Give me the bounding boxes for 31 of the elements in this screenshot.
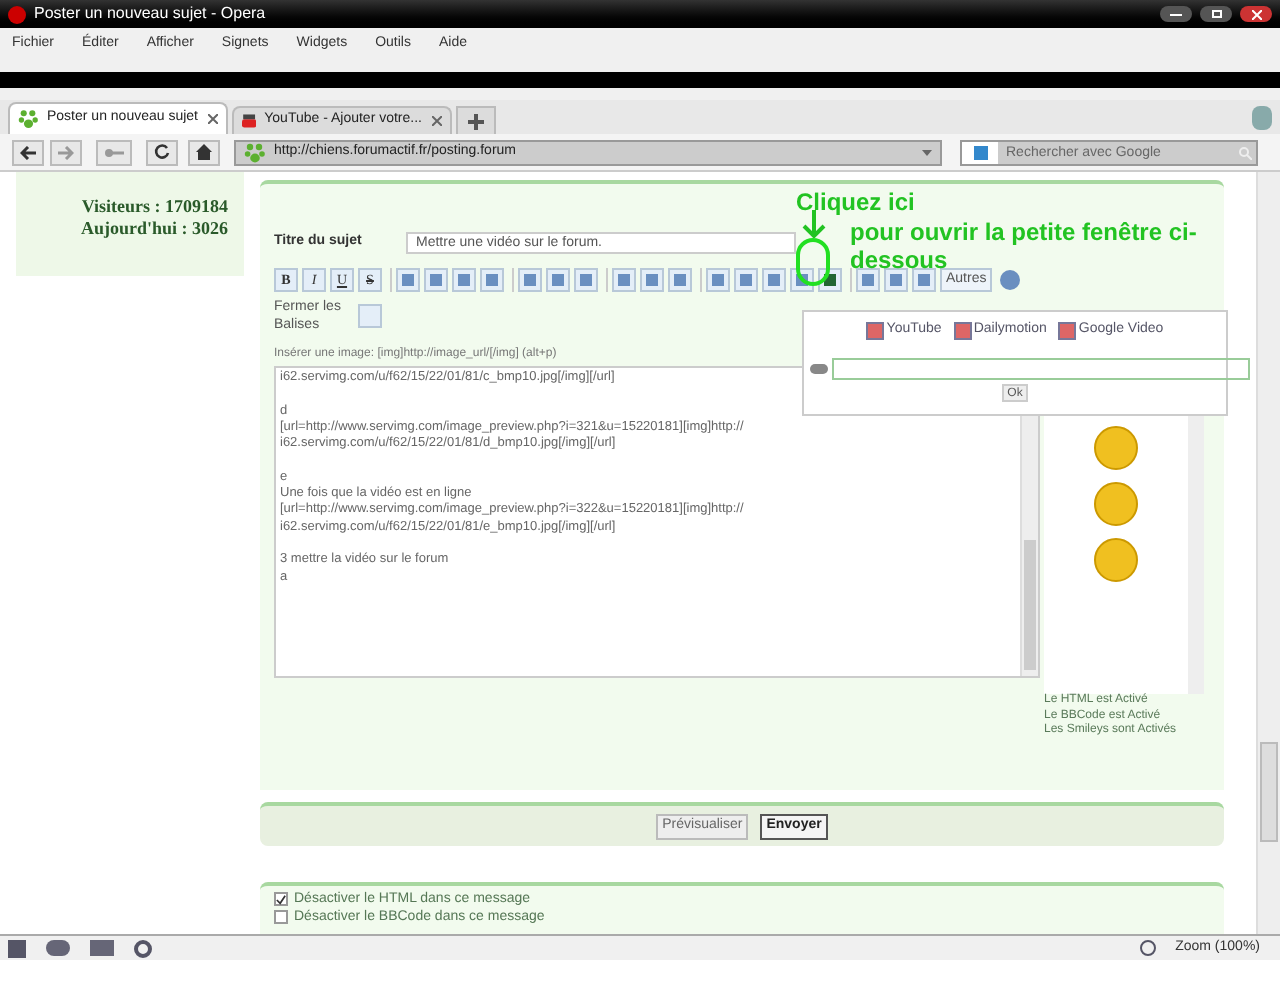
reload-button[interactable] (146, 139, 178, 165)
home-button[interactable] (188, 139, 220, 165)
message-textarea[interactable] (274, 366, 1040, 678)
reload-icon[interactable] (154, 144, 170, 160)
video-url-field[interactable] (832, 357, 1250, 379)
close-icon[interactable] (1240, 6, 1272, 22)
annotation-title: Cliquez ici (796, 186, 915, 220)
annotation-text: pour ouvrir la petite fenêtre ci-dessous (850, 218, 1199, 274)
help-icon[interactable] (1000, 270, 1021, 291)
key-button[interactable] (96, 139, 132, 165)
checkbox[interactable] (274, 910, 288, 924)
window-title: Poster un nouveau sujet - Opera (34, 2, 268, 26)
restore-icon[interactable] (1200, 6, 1232, 22)
paw-icon (244, 141, 266, 163)
paw-icon (18, 108, 39, 130)
browser-logo-icon (8, 5, 26, 23)
plus-icon[interactable] (468, 113, 484, 129)
back-button[interactable] (12, 139, 44, 165)
forward-arrow-icon[interactable] (58, 145, 74, 159)
key-icon[interactable] (104, 147, 124, 157)
home-icon[interactable] (196, 144, 212, 160)
minimize-icon[interactable] (1160, 6, 1192, 22)
new-tab-button[interactable] (456, 106, 496, 134)
visitor-stat: Aujourd'hui : 3026 (80, 218, 228, 240)
search-engine-icon[interactable] (962, 141, 998, 163)
checkbox[interactable] (274, 892, 288, 906)
visitor-stat: Visiteurs : 1709184 (81, 196, 228, 218)
back-arrow-icon[interactable] (20, 145, 36, 159)
dropdown-icon[interactable] (922, 148, 932, 156)
page-scrollbar[interactable] (1256, 172, 1280, 934)
video-logo-icon (242, 110, 257, 132)
